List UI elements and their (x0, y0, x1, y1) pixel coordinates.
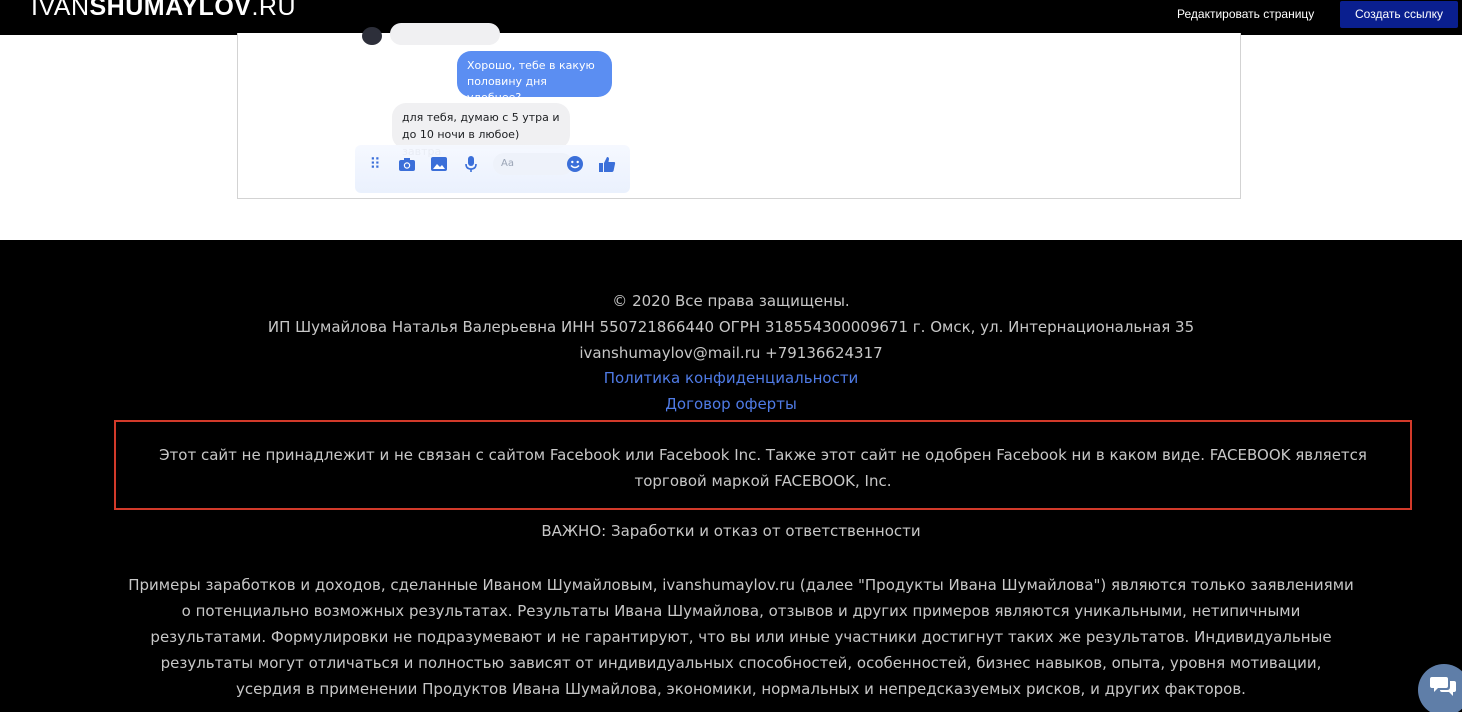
create-link-button[interactable]: Создать ссылку (1340, 1, 1458, 28)
site-logo[interactable]: IVANSHUMAYLOV.RU (31, 0, 296, 22)
important-heading: ВАЖНО: Заработки и отказ от ответственно… (541, 522, 921, 540)
top-bar: IVANSHUMAYLOV.RU Редактировать страницу … (0, 0, 1462, 35)
earnings-disclaimer-text: Примеры заработков и доходов, сделанные … (128, 576, 1354, 698)
content-area: Хорошо, тебе в какую половину дня удобне… (0, 23, 1462, 240)
facebook-disclaimer-box: Этот сайт не принадлежит и не связан с с… (114, 420, 1412, 510)
chat-toolbar (355, 145, 630, 193)
message-bubble-received: для тебя, думаю с 5 утра и до 10 ночи в … (392, 103, 570, 158)
edit-page-link[interactable]: Редактировать страницу (1177, 7, 1314, 21)
message-input[interactable]: Аа (493, 153, 573, 175)
privacy-policy-link[interactable]: Политика конфиденциальности (604, 369, 859, 387)
copyright-text: © 2020 Все права защищены. (612, 292, 850, 310)
footer: © 2020 Все права защищены. ИП Шумайлова … (0, 240, 1462, 712)
grid-icon[interactable]: ⠿ (366, 155, 384, 173)
emoji-icon[interactable] (566, 155, 584, 173)
company-details: ИП Шумайлова Наталья Валерьевна ИНН 5507… (267, 318, 1195, 336)
message-bubble-sent: Хорошо, тебе в какую половину дня удобне… (457, 51, 612, 104)
contact-info: ivanshumaylov@mail.ru +79136624317 (579, 344, 883, 362)
facebook-disclaimer-text: Этот сайт не принадлежит и не связан с с… (159, 446, 1367, 490)
image-icon[interactable] (430, 155, 448, 173)
chat-avatar (362, 27, 382, 45)
offer-agreement-link[interactable]: Договор оферты (665, 395, 797, 413)
logo-suffix: .RU (251, 0, 296, 21)
logo-light: IVAN (31, 0, 90, 21)
microphone-icon[interactable] (462, 155, 480, 173)
logo-bold: SHUMAYLOV (89, 0, 252, 21)
thumbs-up-icon[interactable] (598, 155, 616, 173)
message-bubble-partial (390, 23, 500, 45)
chat-bubbles-icon (1430, 674, 1456, 704)
chat-widget-button[interactable] (1418, 664, 1462, 712)
camera-icon[interactable] (398, 155, 416, 173)
